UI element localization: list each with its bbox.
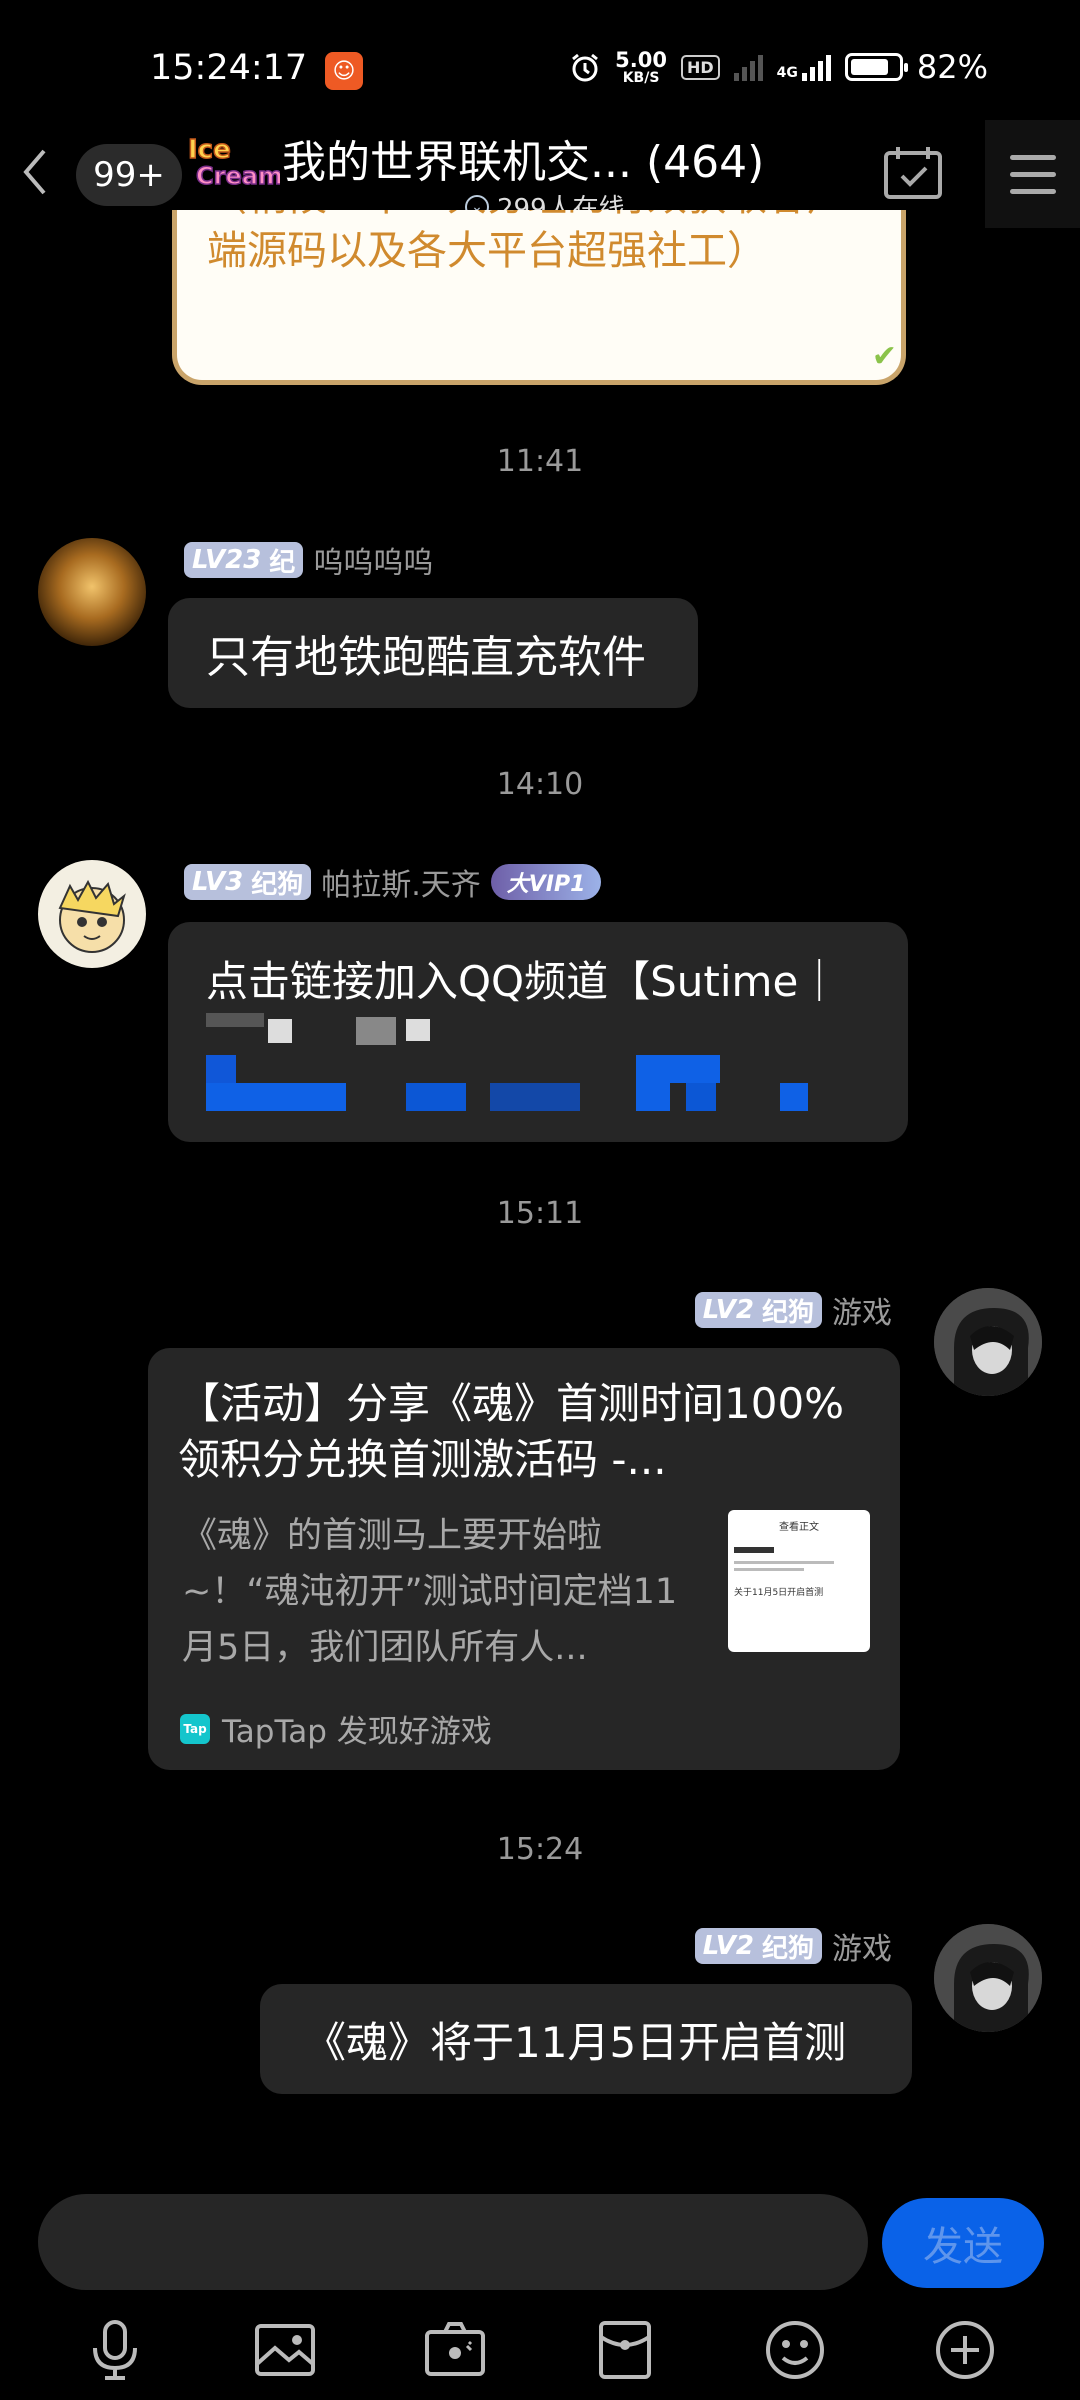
sender-meta: LV2 纪狗 游戏 <box>694 1924 892 1968</box>
card-source: Tap TapTap 发现好游戏 <box>180 1706 492 1751</box>
sender-nickname[interactable]: 游戏 <box>832 1924 892 1968</box>
status-time: 15:24:17 <box>150 48 308 88</box>
hd-badge: HD <box>680 54 720 80</box>
card-thumbnail: 查看正文 关于11月5日开启首测 <box>728 1510 870 1652</box>
promo-card[interactable]: （稍候一下一大分组的有效获取客户端源码以及各大平台超强社工） ✔ <box>172 210 906 385</box>
group-logo: Ice Cream <box>186 128 283 191</box>
signal-2-icon <box>801 53 831 81</box>
level-badge: LV23 纪 <box>184 542 304 578</box>
time-divider: 14:10 <box>496 767 584 802</box>
avatar[interactable] <box>934 1288 1042 1396</box>
level-badge: LV3 纪狗 <box>184 864 312 900</box>
time-divider: 11:41 <box>496 444 584 479</box>
calendar-check-icon <box>884 147 942 199</box>
time-divider: 15:11 <box>496 1196 584 1231</box>
red-packet-icon[interactable] <box>590 2315 660 2385</box>
sender-meta: LV2 纪狗 游戏 <box>694 1288 892 1332</box>
chevron-left-icon <box>23 149 46 195</box>
message-bubble[interactable]: 《魂》将于11月5日开启首测 <box>260 1984 912 2094</box>
emoji-icon[interactable] <box>760 2315 830 2385</box>
level-badge: LV2 纪狗 <box>694 1928 822 1964</box>
card-source-label: TapTap 发现好游戏 <box>222 1714 492 1750</box>
avatar[interactable] <box>38 538 146 646</box>
battery-icon <box>844 53 908 81</box>
message-text: 只有地铁跑酷直充软件 <box>206 632 646 683</box>
status-indicators: 5.00 KB/S HD 4G 82% <box>569 48 988 86</box>
menu-button[interactable] <box>985 120 1080 228</box>
message-bubble[interactable]: 只有地铁跑酷直充软件 <box>168 598 698 708</box>
microphone-icon[interactable] <box>80 2315 150 2385</box>
send-button[interactable]: 发送 <box>882 2198 1044 2288</box>
thumb-header: 查看正文 <box>779 1522 819 1533</box>
message-input[interactable] <box>38 2194 868 2290</box>
level-badge: LV2 纪狗 <box>694 1292 822 1328</box>
card-description: 《魂》的首测马上要开始啦~！“魂沌初开”测试时间定档11月5日，我们团队所有人.… <box>182 1516 678 1668</box>
sender-nickname[interactable]: 游戏 <box>832 1288 892 1332</box>
back-button[interactable] <box>10 142 60 202</box>
alarm-icon <box>572 53 599 82</box>
network-type: 4G <box>776 65 798 81</box>
time-divider: 15:24 <box>496 1832 584 1867</box>
sender-meta: LV3 纪狗 帕拉斯.天齐 大VIP1 <box>184 860 602 904</box>
taptap-icon: Tap <box>180 1713 210 1744</box>
sender-nickname[interactable]: 呜呜呜呜 <box>313 538 433 582</box>
message-text: 《魂》将于11月5日开启首测 <box>304 2017 847 2067</box>
card-title: 【活动】分享《魂》首测时间100%领积分兑换首测激活码 -... <box>178 1379 845 1484</box>
calendar-check-button[interactable] <box>880 143 946 203</box>
camera-icon[interactable] <box>420 2315 490 2385</box>
vip-badge: 大VIP1 <box>490 864 602 900</box>
sender-nickname[interactable]: 帕拉斯.天齐 <box>321 860 481 904</box>
svg-text:Cream: Cream <box>196 162 280 188</box>
plus-icon[interactable] <box>930 2315 1000 2385</box>
signal-1-icon <box>733 53 763 81</box>
app-notification-icon: ☺ <box>325 52 363 90</box>
leaf-icon: ✔ <box>871 339 897 374</box>
message-text: 点击链接加入QQ频道【Sutime｜ <box>206 957 841 1006</box>
battery-percent: 82% <box>916 48 988 86</box>
input-toolbar <box>0 2300 1080 2400</box>
promo-text: （稍候一下一大分组的有效获取客户端源码以及各大平台超强社工） <box>207 210 847 274</box>
share-card[interactable]: 【活动】分享《魂》首测时间100%领积分兑换首测激活码 -... 《魂》的首测马… <box>148 1348 900 1770</box>
sender-meta: LV23 纪 呜呜呜呜 <box>184 538 433 582</box>
unread-count-badge[interactable]: 99+ <box>76 144 182 206</box>
avatar[interactable] <box>934 1924 1042 2032</box>
avatar[interactable] <box>38 860 146 968</box>
image-icon[interactable] <box>250 2315 320 2385</box>
network-speed: 5.00 KB/S <box>615 47 667 86</box>
svg-text:Ice: Ice <box>188 135 231 165</box>
message-bubble[interactable]: 点击链接加入QQ频道【Sutime｜ <box>168 922 908 1142</box>
group-title[interactable]: 我的世界联机交... (464) <box>282 126 764 190</box>
redacted-link[interactable] <box>206 1009 870 1119</box>
thumb-line: 关于11月5日开启首测 <box>734 1588 824 1598</box>
